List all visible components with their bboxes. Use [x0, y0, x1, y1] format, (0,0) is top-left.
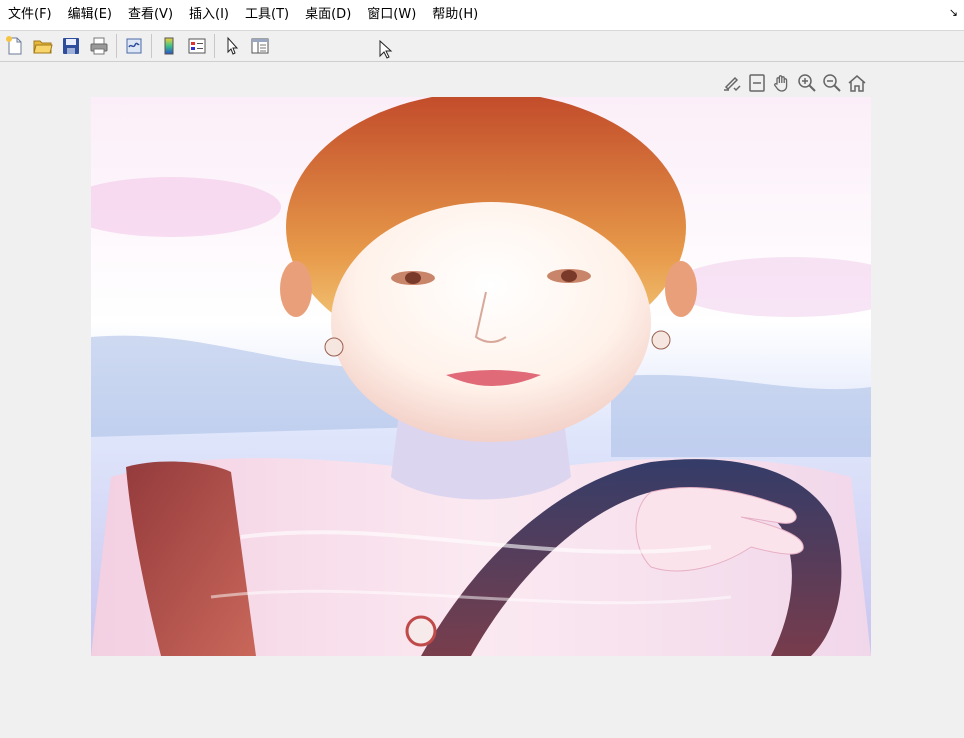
legend-icon[interactable]: [185, 34, 209, 58]
menu-edit[interactable]: 编辑(E): [60, 0, 120, 30]
print-icon[interactable]: [87, 34, 111, 58]
toolbar-separator: [214, 34, 215, 58]
menu-desktop[interactable]: 桌面(D): [297, 0, 359, 30]
edit-plot-cursor-icon[interactable]: [220, 34, 244, 58]
dock-figure-icon[interactable]: ↘: [949, 6, 958, 19]
mouse-cursor-icon: [379, 39, 393, 64]
menu-insert[interactable]: 插入(I): [181, 0, 237, 30]
new-figure-icon[interactable]: [3, 34, 27, 58]
menu-file[interactable]: 文件(F): [0, 0, 60, 30]
menu-view[interactable]: 查看(V): [120, 0, 181, 30]
open-file-icon[interactable]: [31, 34, 55, 58]
menu-tools[interactable]: 工具(T): [237, 0, 297, 30]
displayed-image: [91, 97, 871, 656]
home-icon[interactable]: [845, 71, 868, 94]
toolbar-separator: [116, 34, 117, 58]
zoom-in-icon[interactable]: [795, 71, 818, 94]
menu-window[interactable]: 窗口(W): [359, 0, 424, 30]
menu-help[interactable]: 帮助(H): [424, 0, 486, 30]
data-tips-icon[interactable]: [745, 71, 768, 94]
link-plot-icon[interactable]: [122, 34, 146, 58]
pan-icon[interactable]: [770, 71, 793, 94]
axes-toolbar: [720, 71, 868, 95]
brush-icon[interactable]: [720, 71, 743, 94]
zoom-out-icon[interactable]: [820, 71, 843, 94]
property-inspector-icon[interactable]: [248, 34, 272, 58]
save-icon[interactable]: [59, 34, 83, 58]
toolbar-separator: [151, 34, 152, 58]
menu-bar: 文件(F) 编辑(E) 查看(V) 插入(I) 工具(T) 桌面(D) 窗口(W…: [0, 0, 964, 31]
colorbar-icon[interactable]: [157, 34, 181, 58]
figure-toolbar: [0, 31, 964, 62]
